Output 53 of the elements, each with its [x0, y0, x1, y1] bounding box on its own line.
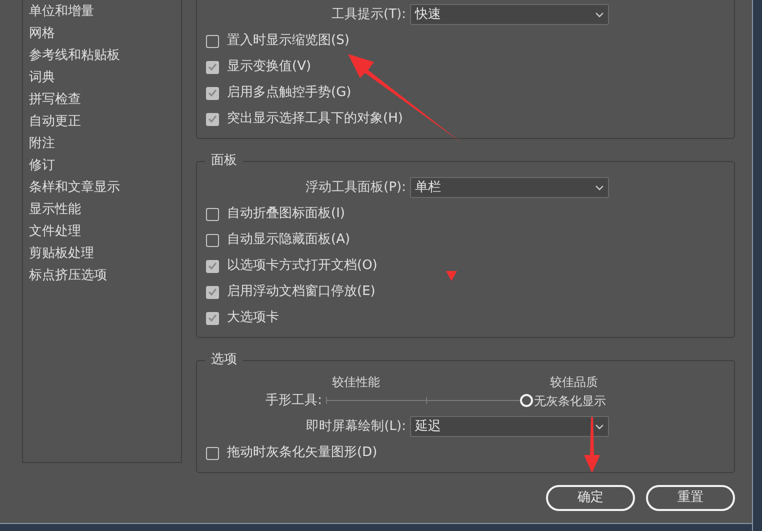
sidebar-item[interactable]: 条样和文章显示 — [29, 177, 120, 199]
sidebar-item[interactable]: 修订 — [29, 155, 55, 177]
chevron-down-icon — [595, 184, 604, 190]
checkbox[interactable] — [206, 86, 219, 100]
checkbox-label: 突出显示选择工具下的对象(H) — [227, 110, 403, 128]
chevron-down-icon — [595, 424, 604, 430]
checkbox-label: 启用多点触控手势(G) — [227, 84, 352, 102]
sidebar-item[interactable]: 拼写检查 — [29, 89, 81, 111]
sidebar-item[interactable]: 文件处理 — [29, 221, 81, 243]
checkbox[interactable] — [206, 234, 219, 246]
slider-caption: 较佳品质 — [549, 374, 599, 389]
checkbox[interactable] — [206, 60, 219, 74]
checkbox[interactable] — [206, 260, 219, 272]
checkbox-label: 启用浮动文档窗口停放(E) — [227, 283, 376, 302]
sidebar-item[interactable]: 自动更正 — [29, 111, 81, 133]
annotation-arrow — [584, 417, 600, 473]
dropdown[interactable]: 延迟 — [410, 416, 609, 437]
slider-reading: 无灰条化显示 — [534, 393, 606, 410]
dialog-button[interactable]: 确定 — [546, 485, 635, 511]
checkbox[interactable] — [206, 312, 219, 324]
field-label: 工具提示(T): — [330, 6, 407, 24]
checkbox[interactable] — [206, 286, 219, 298]
sidebar-item[interactable]: 剪贴板处理 — [29, 243, 94, 265]
checkbox[interactable] — [206, 112, 219, 126]
chevron-down-icon — [595, 12, 604, 18]
annotation-triangle — [446, 271, 457, 281]
checkbox[interactable] — [206, 208, 219, 220]
checkbox[interactable] — [206, 34, 219, 48]
checkbox-label: 自动折叠图标面板(I) — [227, 205, 345, 224]
sidebar-item[interactable]: 参考线和粘贴板 — [29, 45, 120, 67]
sidebar-item[interactable]: 标点挤压选项 — [29, 265, 107, 287]
field-label: 即时屏幕绘制(L): — [305, 418, 407, 436]
checkbox-label: 拖动时灰条化矢量图形(D) — [227, 444, 378, 462]
sidebar-item[interactable]: 显示性能 — [29, 199, 81, 221]
sidebar-item[interactable]: 词典 — [29, 67, 55, 89]
field-label: 手形工具: — [264, 392, 323, 410]
sidebar-item[interactable]: 附注 — [29, 133, 55, 155]
sidebar-item[interactable]: 网格 — [29, 23, 55, 45]
dropdown[interactable]: 单栏 — [410, 177, 609, 198]
checkbox-label: 置入时显示缩览图(S) — [227, 32, 350, 50]
field-label: 浮动工具面板(P): — [304, 178, 407, 197]
dialog-button[interactable]: 重置 — [646, 485, 735, 511]
dropdown[interactable]: 快速 — [410, 4, 609, 25]
checkbox-label: 大选项卡 — [227, 309, 279, 328]
sidebar-item[interactable]: 单位和增量 — [29, 1, 94, 23]
checkbox-label: 自动显示隐藏面板(A) — [227, 231, 350, 250]
checkbox[interactable] — [206, 446, 219, 460]
checkbox-label: 显示变换值(V) — [227, 58, 312, 76]
slider-thumb[interactable] — [520, 394, 533, 407]
checkbox-label: 以选项卡方式打开文档(O) — [227, 257, 378, 276]
group-title: 面板 — [205, 153, 243, 169]
slider-caption: 较佳性能 — [331, 374, 381, 389]
group-title: 选项 — [205, 352, 243, 368]
